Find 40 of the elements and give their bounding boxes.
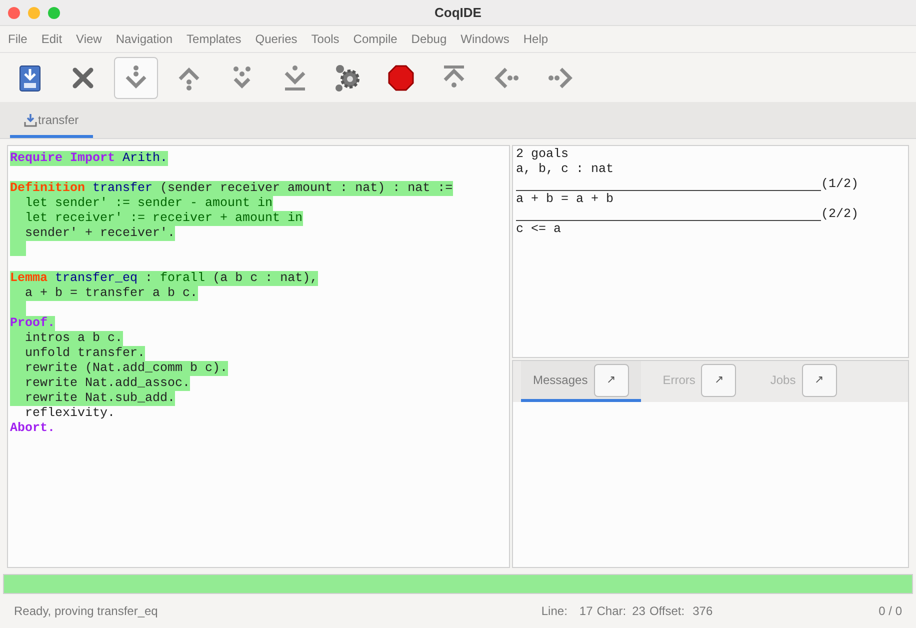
search-counter: 0 / 0 (878, 603, 902, 620)
file-tab[interactable]: transfer (10, 104, 93, 138)
offset-label: Offset: (649, 603, 685, 620)
menu-item[interactable]: Help (523, 30, 548, 48)
message-tab[interactable]: Jobs ↗ (758, 361, 849, 402)
goal-count: 2 goals (516, 147, 570, 162)
menu-item[interactable]: Windows (460, 30, 510, 48)
menu-item[interactable]: Tools (311, 30, 340, 48)
menu-item[interactable]: View (76, 30, 102, 48)
goal-text: c <= a (516, 222, 562, 237)
close-window-button[interactable] (8, 6, 20, 18)
detach-button[interactable]: ↗ (701, 364, 736, 396)
code-line: reflexivity. (24, 406, 116, 421)
status-message: Ready, proving transfer_eq (14, 603, 158, 620)
menu-item[interactable]: Debug (411, 30, 447, 48)
menu-item[interactable]: File (8, 30, 28, 48)
window-title: CoqIDE (434, 4, 482, 22)
detach-button[interactable]: ↗ (802, 364, 837, 396)
menu-item[interactable]: Queries (255, 30, 298, 48)
hypothesis: a, b, c : nat (516, 162, 615, 177)
menu-item[interactable]: Edit (41, 30, 62, 48)
message-tab[interactable]: Messages ↗ (521, 361, 641, 402)
goal-text: a + b = a + b (516, 192, 615, 207)
message-tab[interactable]: Errors ↗ (650, 361, 748, 402)
menu-item[interactable]: Navigation (116, 30, 173, 48)
goal-index: (1/2) (821, 177, 859, 192)
zoom-window-button[interactable] (48, 6, 60, 18)
menu-item[interactable]: Templates (186, 30, 242, 48)
menu-item[interactable]: Compile (353, 30, 398, 48)
code-line: Abort. (10, 421, 56, 436)
goal-index: (2/2) (821, 207, 859, 222)
detach-button[interactable]: ↗ (594, 364, 629, 396)
char-label: Char: (596, 603, 626, 620)
line-label: Line: (541, 603, 568, 620)
stop-icon (386, 62, 416, 92)
offset-value: 376 (692, 603, 713, 620)
code-editor[interactable] (7, 145, 510, 568)
char-value: 23 (632, 603, 646, 620)
line-value: 17 (579, 603, 593, 620)
download-icon (24, 112, 37, 126)
